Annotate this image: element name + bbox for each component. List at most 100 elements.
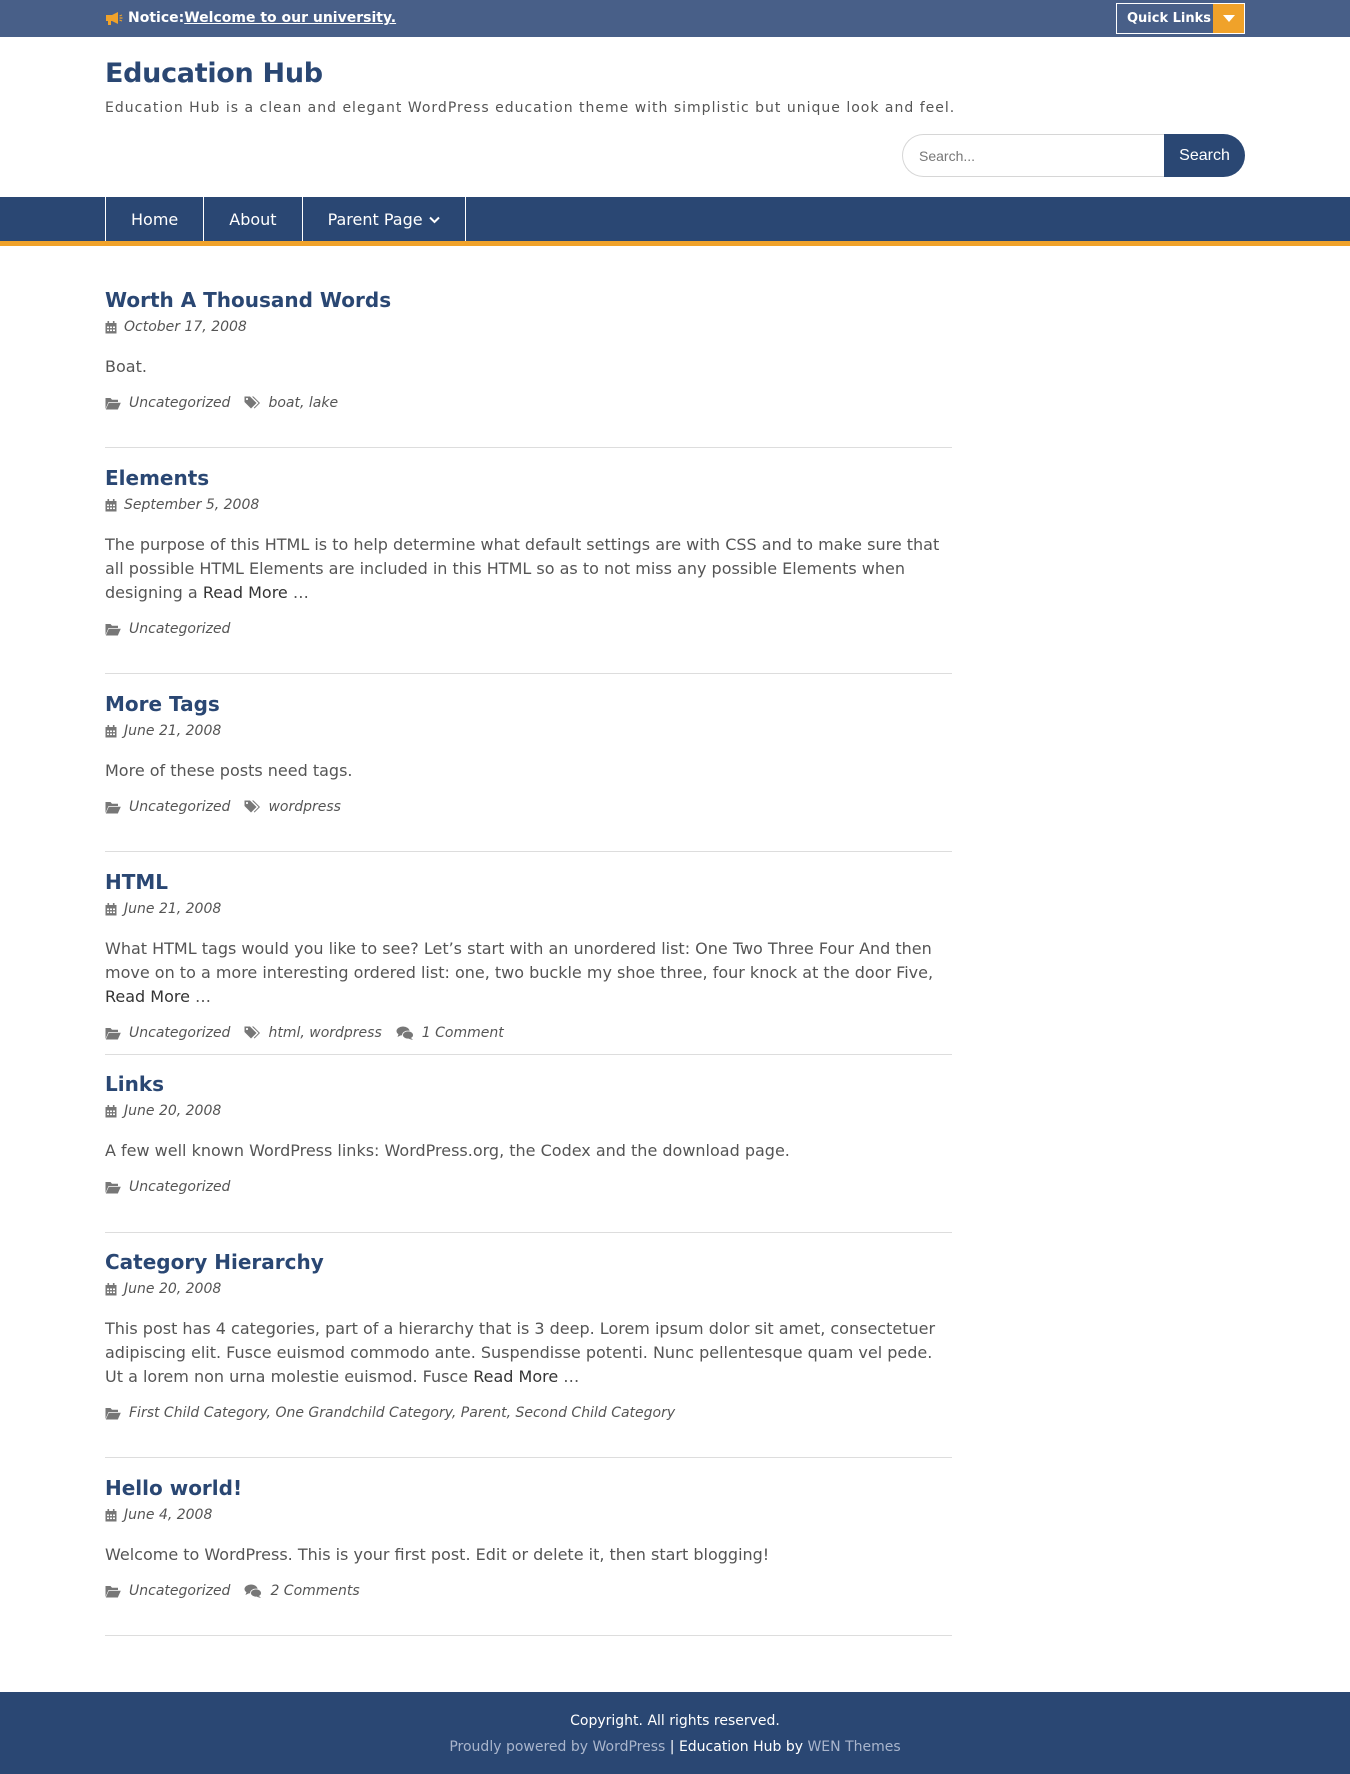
tags-icon bbox=[244, 396, 261, 409]
post-title[interactable]: Worth A Thousand Words bbox=[105, 288, 952, 312]
category-links[interactable]: Uncategorized bbox=[129, 1179, 230, 1195]
category-links[interactable]: Uncategorized bbox=[129, 799, 230, 815]
calendar-icon bbox=[105, 320, 117, 333]
quick-links-dropdown[interactable]: Quick Links bbox=[1116, 3, 1245, 34]
post-item: Worth A Thousand Words October 17, 2008 Bo… bbox=[105, 288, 952, 411]
post-divider bbox=[105, 1232, 952, 1233]
folder-open-icon bbox=[105, 1027, 121, 1039]
nav-item-label: Parent Page bbox=[327, 209, 423, 229]
category-links[interactable]: Uncategorized bbox=[129, 1583, 230, 1599]
comments-link[interactable]: 1 Comment bbox=[422, 1025, 504, 1041]
nav-item-about[interactable]: About bbox=[203, 197, 301, 241]
search-button[interactable]: Search bbox=[1164, 134, 1245, 177]
category-links[interactable]: First Child Category, One Grandchild Cat… bbox=[129, 1405, 675, 1421]
site-title[interactable]: Education Hub bbox=[105, 58, 323, 89]
post-excerpt: A few well known WordPress links: WordPr… bbox=[105, 1139, 952, 1163]
post-categories: Uncategorized bbox=[105, 1583, 230, 1599]
footer-wordpress-link[interactable]: Proudly powered by WordPress bbox=[449, 1739, 665, 1755]
post-meta: Uncategorized 2 Comments bbox=[105, 1583, 952, 1599]
tag-separator: , bbox=[300, 1025, 310, 1041]
post-divider bbox=[105, 1457, 952, 1458]
post-excerpt-text: More of these posts need tags. bbox=[105, 761, 353, 780]
post-date-link[interactable]: June 4, 2008 bbox=[124, 1507, 212, 1523]
folder-open-icon bbox=[105, 1181, 121, 1193]
calendar-icon bbox=[105, 1508, 117, 1521]
read-more-link[interactable]: Read More bbox=[105, 987, 190, 1006]
comments-link[interactable]: 2 Comments bbox=[270, 1583, 359, 1599]
post-tags: html, wordpress bbox=[244, 1025, 382, 1041]
post-date-link[interactable]: June 21, 2008 bbox=[124, 723, 221, 739]
quick-links-toggle[interactable] bbox=[1213, 4, 1244, 33]
post-comments: 1 Comment bbox=[396, 1025, 504, 1041]
post-date-link[interactable]: June 20, 2008 bbox=[124, 1103, 221, 1119]
nav-item-home[interactable]: Home bbox=[105, 197, 203, 241]
post-tags: wordpress bbox=[244, 799, 341, 815]
category-links[interactable]: Uncategorized bbox=[129, 1025, 230, 1041]
post-date-link[interactable]: September 5, 2008 bbox=[124, 497, 259, 513]
tag-link[interactable]: html bbox=[268, 1025, 300, 1041]
post-item: Elements September 5, 2008 The purpose of … bbox=[105, 466, 952, 637]
post-categories: First Child Category, One Grandchild Cat… bbox=[105, 1405, 675, 1421]
read-more-link[interactable]: Read More bbox=[473, 1367, 558, 1386]
folder-open-icon bbox=[105, 1585, 121, 1597]
post-item: Hello world! June 4, 2008 Welcome to WordP… bbox=[105, 1476, 952, 1599]
post-categories: Uncategorized bbox=[105, 395, 230, 411]
post-divider bbox=[105, 673, 952, 674]
tag-link[interactable]: wordpress bbox=[309, 1025, 382, 1041]
nav-menu: Home About Parent Page bbox=[105, 197, 466, 241]
search-input[interactable] bbox=[902, 134, 1167, 177]
post-categories: Uncategorized bbox=[105, 621, 230, 637]
notice-label: Notice: bbox=[128, 10, 185, 26]
post-date: June 20, 2008 bbox=[105, 1281, 952, 1297]
footer-theme-name: Education Hub by bbox=[678, 1739, 803, 1755]
site-footer bbox=[0, 1692, 1350, 1774]
post-title[interactable]: Links bbox=[105, 1072, 952, 1096]
calendar-icon bbox=[105, 724, 117, 737]
post-tags: boat, lake bbox=[244, 395, 338, 411]
chevron-down-icon bbox=[428, 216, 440, 223]
calendar-icon bbox=[105, 902, 117, 915]
post-excerpt-text: What HTML tags would you like to see? Le… bbox=[105, 939, 934, 982]
post-date: June 4, 2008 bbox=[105, 1507, 952, 1523]
read-more-ellipsis: … bbox=[287, 583, 309, 602]
tag-link[interactable]: wordpress bbox=[268, 799, 341, 815]
search-form: Search bbox=[902, 134, 1245, 177]
tag-link[interactable]: lake bbox=[309, 395, 338, 411]
post-date-link[interactable]: June 21, 2008 bbox=[124, 901, 221, 917]
calendar-icon bbox=[105, 1104, 117, 1117]
post-meta: Uncategorized wordpress bbox=[105, 799, 952, 815]
post-item: Category Hierarchy June 20, 2008 This post… bbox=[105, 1250, 952, 1421]
post-date-link[interactable]: October 17, 2008 bbox=[124, 319, 247, 335]
post-divider bbox=[105, 447, 952, 448]
tags-icon bbox=[244, 800, 261, 813]
post-item: HTML June 21, 2008 What HTML tags would yo… bbox=[105, 870, 952, 1041]
category-links[interactable]: Uncategorized bbox=[129, 395, 230, 411]
post-categories: Uncategorized bbox=[105, 799, 230, 815]
tag-separator: , bbox=[299, 395, 309, 411]
post-excerpt: The purpose of this HTML is to help dete… bbox=[105, 533, 952, 605]
post-meta: Uncategorized boat, lake bbox=[105, 395, 952, 411]
post-date: June 20, 2008 bbox=[105, 1103, 952, 1119]
post-title[interactable]: More Tags bbox=[105, 692, 952, 716]
post-title[interactable]: HTML bbox=[105, 870, 952, 894]
tag-link[interactable]: boat bbox=[268, 395, 300, 411]
post-excerpt: More of these posts need tags. bbox=[105, 759, 952, 783]
footer-theme-author-link[interactable]: WEN Themes bbox=[807, 1739, 900, 1755]
post-title[interactable]: Elements bbox=[105, 466, 952, 490]
post-excerpt: Boat. bbox=[105, 355, 952, 379]
read-more-ellipsis: … bbox=[558, 1367, 580, 1386]
post-meta: Uncategorized bbox=[105, 621, 952, 637]
post-excerpt-text: Boat. bbox=[105, 357, 147, 376]
folder-open-icon bbox=[105, 397, 121, 409]
read-more-ellipsis: … bbox=[189, 987, 212, 1006]
post-date: June 21, 2008 bbox=[105, 901, 952, 917]
post-title[interactable]: Hello world! bbox=[105, 1476, 952, 1500]
nav-accent-stripe bbox=[0, 241, 1350, 246]
post-categories: Uncategorized bbox=[105, 1025, 230, 1041]
read-more-link[interactable]: Read More bbox=[203, 583, 288, 602]
category-links[interactable]: Uncategorized bbox=[129, 621, 230, 637]
nav-item-parent-page[interactable]: Parent Page bbox=[301, 197, 466, 241]
post-date-link[interactable]: June 20, 2008 bbox=[124, 1281, 221, 1297]
notice-link[interactable]: Welcome to our university. bbox=[184, 10, 396, 26]
post-title[interactable]: Category Hierarchy bbox=[105, 1250, 952, 1274]
